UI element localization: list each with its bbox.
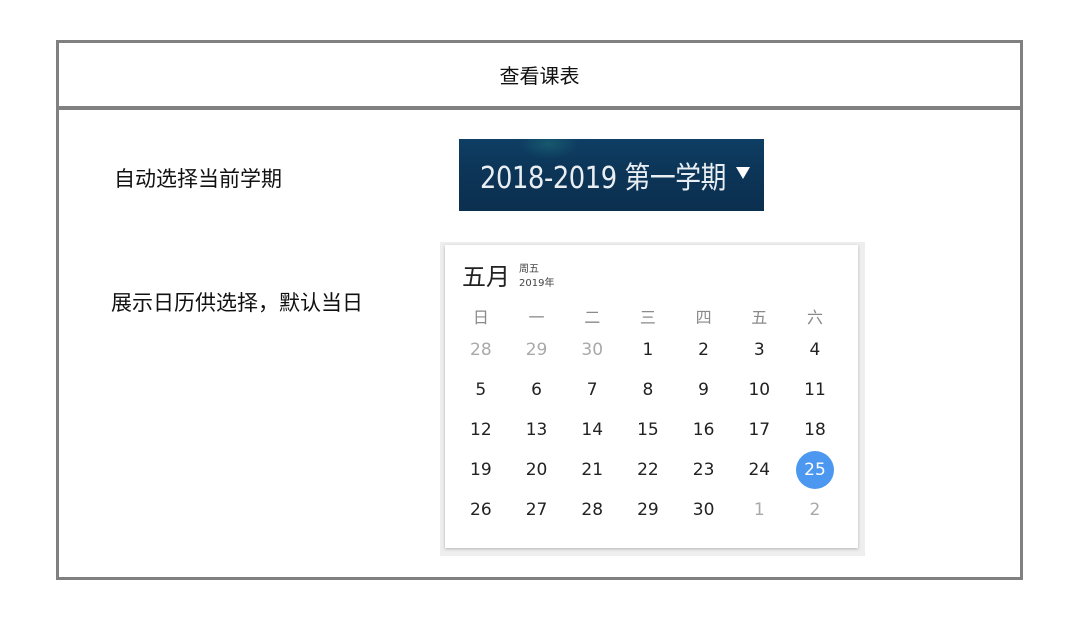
day-number: 27 xyxy=(525,500,548,520)
page-title: 查看课表 xyxy=(59,43,1020,110)
weekday-header: 二 xyxy=(584,308,601,327)
day-number: 22 xyxy=(637,460,659,480)
weekday-header: 日 xyxy=(472,308,489,327)
calendar-day[interactable]: 18 xyxy=(787,410,843,450)
day-number: 18 xyxy=(804,420,826,440)
weekday-header: 一 xyxy=(528,308,545,327)
calendar-day[interactable]: 9 xyxy=(676,370,732,410)
day-number: 28 xyxy=(470,340,492,360)
weekday-header: 三 xyxy=(639,308,656,327)
day-number: 9 xyxy=(698,380,709,400)
semester-dropdown[interactable]: 2018-2019 第一学期 xyxy=(459,139,764,211)
day-number: 8 xyxy=(642,380,654,400)
calendar-day[interactable]: 30 xyxy=(676,490,732,530)
semester-value: 2018-2019 第一学期 xyxy=(480,161,727,196)
calendar-year: 2019年 xyxy=(519,278,555,289)
calendar-day[interactable]: 1 xyxy=(731,490,787,530)
day-number: 21 xyxy=(581,460,604,480)
day-number: 17 xyxy=(748,420,771,440)
calendar-day[interactable]: 8 xyxy=(620,370,676,410)
calendar-day[interactable]: 28 xyxy=(564,490,620,530)
day-number: 4 xyxy=(809,340,821,360)
calendar-day[interactable]: 15 xyxy=(620,410,676,450)
calendar-day[interactable]: 28 xyxy=(453,330,509,370)
day-number: 12 xyxy=(470,420,492,440)
calendar-day[interactable]: 2 xyxy=(676,330,732,370)
calendar-day[interactable]: 16 xyxy=(676,410,732,450)
weekday-header: 四 xyxy=(695,308,712,327)
day-number: 29 xyxy=(637,500,659,520)
day-number: 30 xyxy=(692,500,715,520)
calendar-day[interactable]: 27 xyxy=(509,490,565,530)
day-number: 20 xyxy=(525,460,548,480)
day-number: 14 xyxy=(581,420,604,440)
day-number: 11 xyxy=(804,380,826,400)
day-number: 1 xyxy=(642,340,654,360)
day-number: 23 xyxy=(692,460,715,480)
weekday-header: 五 xyxy=(751,308,768,327)
day-number: 24 xyxy=(748,460,771,480)
calendar-day[interactable]: 2 xyxy=(787,490,843,530)
day-number: 7 xyxy=(586,380,598,400)
calendar-day[interactable]: 13 xyxy=(509,410,565,450)
calendar-day[interactable]: 26 xyxy=(453,490,509,530)
calendar-day[interactable]: 30 xyxy=(564,330,620,370)
calendar-day[interactable]: 7 xyxy=(564,370,620,410)
schedule-frame: 查看课表 自动选择当前学期 2018-2019 第一学期 展示日历供选择，默认当… xyxy=(56,40,1023,580)
calendar-day[interactable]: 14 xyxy=(564,410,620,450)
weekday-header: 六 xyxy=(806,308,823,327)
calendar-day[interactable]: 24 xyxy=(731,450,787,490)
calendar-day[interactable]: 10 xyxy=(731,370,787,410)
day-number: 25 xyxy=(795,451,834,489)
calendar-weekday: 周五 xyxy=(519,264,539,275)
day-number: 5 xyxy=(475,380,487,400)
calendar-day[interactable]: 6 xyxy=(509,370,565,410)
calendar-day[interactable]: 3 xyxy=(731,330,787,370)
day-number: 16 xyxy=(692,420,715,440)
calendar-container: 五月 周五 2019年 日一二三四五六 28 29 30 1 2 3 4 5 6 7 8 9 10 11 12… xyxy=(440,242,865,556)
calendar-day[interactable]: 4 xyxy=(787,330,843,370)
calendar-day[interactable]: 12 xyxy=(453,410,509,450)
calendar-day[interactable]: 5 xyxy=(453,370,509,410)
calendar-day[interactable]: 29 xyxy=(509,330,565,370)
calendar-day-selected[interactable]: 25 xyxy=(787,450,843,490)
day-number: 3 xyxy=(753,340,765,360)
day-number: 1 xyxy=(753,500,765,520)
calendar-day[interactable]: 21 xyxy=(564,450,620,490)
calendar-day[interactable]: 22 xyxy=(620,450,676,490)
day-number: 13 xyxy=(525,420,548,440)
calendar-day[interactable]: 17 xyxy=(731,410,787,450)
date-picker: 五月 周五 2019年 日一二三四五六 28 29 30 1 2 3 4 5 6 7 8 9 10 11 12… xyxy=(445,245,858,548)
calendar-month: 五月 xyxy=(462,263,510,291)
calendar-day[interactable]: 23 xyxy=(676,450,732,490)
caret-down-icon[interactable] xyxy=(736,167,750,179)
calendar-day[interactable]: 1 xyxy=(620,330,676,370)
calendar-label: 展示日历供选择，默认当日 xyxy=(111,291,363,315)
day-number: 28 xyxy=(581,500,604,520)
day-number: 2 xyxy=(809,500,821,520)
day-number: 19 xyxy=(470,460,492,480)
auto-select-label: 自动选择当前学期 xyxy=(114,167,282,191)
day-number: 15 xyxy=(637,420,659,440)
day-number: 26 xyxy=(470,500,492,520)
calendar-day[interactable]: 11 xyxy=(787,370,843,410)
day-number: 10 xyxy=(748,380,771,400)
day-number: 6 xyxy=(531,380,542,400)
calendar-grid: 日一二三四五六 28 29 30 1 2 3 4 5 6 7 8 9 10 11 12 13 14 15 16 17 18… xyxy=(453,302,847,530)
calendar-day[interactable]: 29 xyxy=(620,490,676,530)
day-number: 30 xyxy=(581,340,604,360)
calendar-day[interactable]: 20 xyxy=(509,450,565,490)
day-number: 29 xyxy=(525,340,548,360)
calendar-day[interactable]: 19 xyxy=(453,450,509,490)
day-number: 2 xyxy=(698,340,709,360)
